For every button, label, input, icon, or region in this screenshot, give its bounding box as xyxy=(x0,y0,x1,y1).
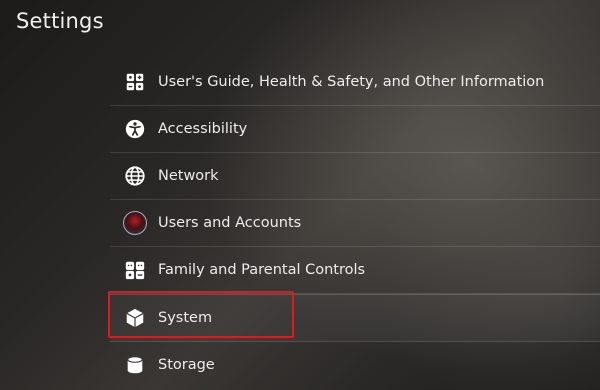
menu-item-network[interactable]: Network xyxy=(110,153,600,200)
storage-icon xyxy=(122,352,148,378)
family-icon xyxy=(122,257,148,283)
menu-item-label: Users and Accounts xyxy=(158,215,302,231)
globe-icon xyxy=(122,163,148,189)
menu-item-storage[interactable]: Storage xyxy=(110,342,600,388)
menu-item-label: Family and Parental Controls xyxy=(158,262,366,278)
cube-icon xyxy=(122,305,148,331)
menu-item-accessibility[interactable]: Accessibility xyxy=(110,106,600,153)
menu-item-family-parental[interactable]: Family and Parental Controls xyxy=(110,247,600,294)
accessibility-icon xyxy=(122,116,148,142)
guide-icon xyxy=(122,69,148,95)
menu-item-label: User's Guide, Health & Safety, and Other… xyxy=(158,74,545,90)
menu-item-label: Network xyxy=(158,168,219,184)
settings-menu: User's Guide, Health & Safety, and Other… xyxy=(110,59,600,388)
menu-item-label: System xyxy=(158,310,213,326)
page-title: Settings xyxy=(16,9,104,33)
menu-item-users-accounts[interactable]: Users and Accounts xyxy=(110,200,600,247)
menu-item-label: Storage xyxy=(158,357,215,373)
avatar xyxy=(122,210,148,236)
menu-item-label: Accessibility xyxy=(158,121,248,137)
menu-item-users-guide[interactable]: User's Guide, Health & Safety, and Other… xyxy=(110,59,600,106)
menu-item-system[interactable]: System xyxy=(110,294,600,342)
